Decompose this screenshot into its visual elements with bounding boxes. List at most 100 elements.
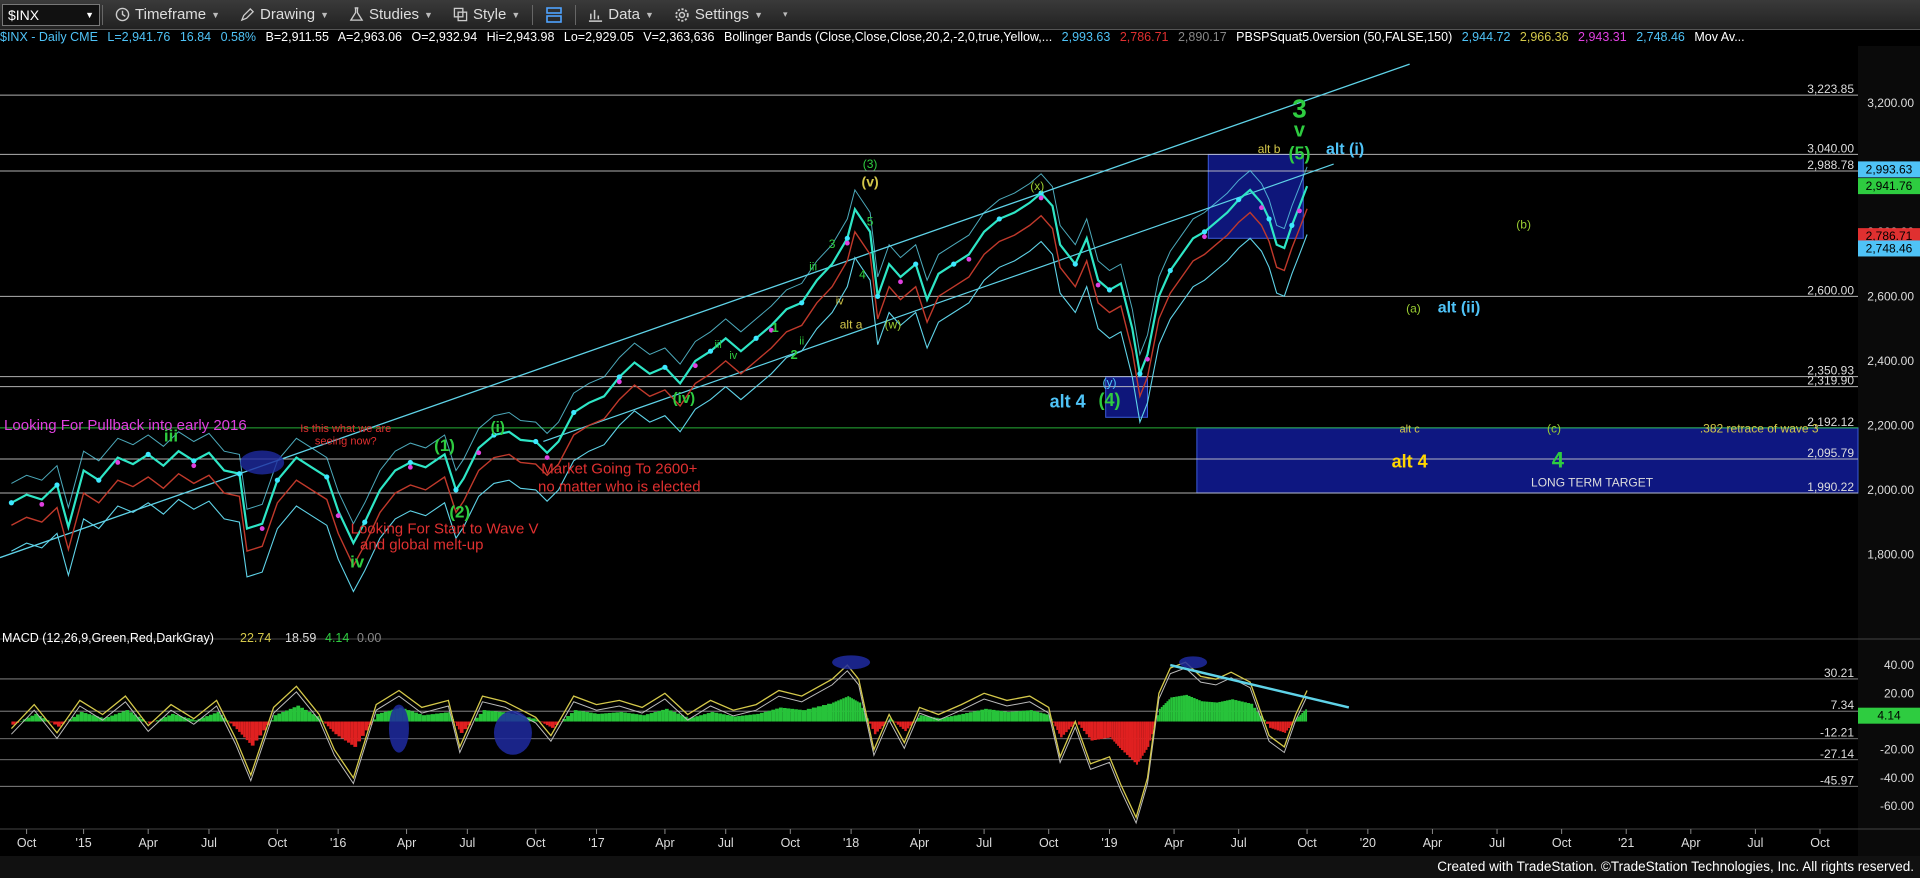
symbol-input[interactable]: $INX ▼ xyxy=(2,3,100,26)
price-chart[interactable]: 3,200.002,800.002,600.002,400.002,200.00… xyxy=(0,46,1920,856)
time-tick-label: '15 xyxy=(75,836,91,850)
studies-menu[interactable]: Studies ▼ xyxy=(339,0,443,29)
macd-histogram-bar xyxy=(794,709,798,722)
macd-histogram-bar xyxy=(611,712,616,722)
chevron-down-icon: ▼ xyxy=(511,9,521,20)
time-tick-label: '16 xyxy=(330,836,346,850)
macd-histogram-bar xyxy=(277,713,282,722)
macd-histogram-bar xyxy=(821,705,828,722)
macd-histogram-bar xyxy=(919,715,923,722)
macd-histogram-bar xyxy=(459,721,464,733)
macd-histogram-bar xyxy=(34,713,38,722)
macd-histogram-bar xyxy=(623,712,627,722)
settings-menu[interactable]: Settings ▼ xyxy=(664,0,773,29)
price-dot xyxy=(533,438,539,445)
price-dot xyxy=(662,364,668,370)
macd-histogram-bar xyxy=(816,706,822,722)
macd-histogram-bar xyxy=(113,714,118,722)
macd-histogram-bar xyxy=(1175,696,1178,722)
macd-histogram-bar xyxy=(630,713,635,722)
macd-histogram-bar xyxy=(486,710,491,722)
macd-histogram-bar xyxy=(1253,707,1257,722)
macd-histogram-bar xyxy=(347,721,351,743)
macd-histogram-bar xyxy=(577,710,582,722)
signal-dot xyxy=(616,379,622,385)
macd-histogram-bar xyxy=(1301,712,1304,722)
time-tick-label: Oct xyxy=(1810,836,1830,850)
macd-histogram-bar xyxy=(1151,721,1154,735)
price-tick-label: 2,000.00 xyxy=(1867,483,1914,497)
time-tick-label: Jul xyxy=(1747,836,1763,850)
wave-annotation: 2 xyxy=(790,347,797,362)
macd-histogram-bar xyxy=(1279,721,1282,732)
price-tick-label: 2,200.00 xyxy=(1867,418,1914,432)
toolbar-divider xyxy=(102,4,103,25)
macd-histogram-bar xyxy=(699,715,703,722)
toolbar-divider xyxy=(532,4,534,25)
wave-annotation: no matter who is elected xyxy=(538,478,701,495)
macd-histogram-bar xyxy=(922,715,926,722)
macd-histogram-bar xyxy=(229,721,233,724)
macd-histogram-bar xyxy=(1180,695,1183,722)
macd-histogram-bar xyxy=(668,710,673,722)
macd-histogram-bar xyxy=(490,710,494,722)
drawing-menu[interactable]: Drawing ▼ xyxy=(230,0,339,29)
macd-histogram-bar xyxy=(1305,709,1308,722)
chevron-down-icon: ▼ xyxy=(320,9,329,20)
macd-histogram-bar xyxy=(1182,695,1186,722)
macd-histogram-bar xyxy=(995,710,1000,722)
macd-histogram-bar xyxy=(216,712,220,722)
macd-histogram-bar xyxy=(899,721,902,727)
macd-histogram-bar xyxy=(600,713,605,722)
toolbar-overflow-button[interactable]: ▾ xyxy=(773,0,798,29)
macd-histogram-bar xyxy=(566,716,570,722)
macd-histogram-bar xyxy=(550,721,555,728)
wave-annotation: alt 4 xyxy=(1392,451,1428,471)
macd-histogram-bar xyxy=(1082,721,1086,732)
price-badge-label: 2,993.63 xyxy=(1866,162,1913,176)
macd-histogram-bar xyxy=(607,712,612,722)
macd-histogram-bar xyxy=(170,713,175,722)
pbs-value-3: 2,943.31 xyxy=(1578,30,1627,44)
wave-annotation: ii xyxy=(799,336,804,348)
time-tick-label: Oct xyxy=(17,836,37,850)
signal-dot xyxy=(692,363,698,369)
macd-histogram-bar xyxy=(1062,721,1066,735)
macd-histogram-bar xyxy=(878,721,882,729)
macd-histogram-bar xyxy=(334,721,338,735)
time-tick-label: Jul xyxy=(459,836,475,850)
macd-histogram-bar xyxy=(1288,721,1290,729)
macd-histogram-bar xyxy=(324,721,327,724)
timeframe-menu[interactable]: Timeframe ▼ xyxy=(105,0,230,29)
macd-highlight-ellipse xyxy=(832,655,871,670)
wave-annotation: Looking For Start to Wave V xyxy=(351,520,539,537)
time-tick-label: Oct xyxy=(781,836,801,850)
macd-histogram-bar xyxy=(1193,698,1196,722)
macd-histogram-bar xyxy=(638,714,643,722)
macd-histogram-bar xyxy=(1240,701,1244,722)
layout-button[interactable] xyxy=(535,0,573,29)
macd-histogram-bar xyxy=(379,712,384,722)
macd-tick-label: -40.00 xyxy=(1880,771,1914,785)
style-menu[interactable]: Style ▼ xyxy=(443,0,530,29)
macd-histogram-bar xyxy=(79,712,84,722)
macd-histogram-bar xyxy=(1286,721,1289,731)
macd-histogram-bar xyxy=(972,711,977,722)
style-label: Style xyxy=(472,6,507,23)
price-dot xyxy=(951,261,957,267)
macd-histogram-bar xyxy=(1136,721,1138,765)
wave-annotation: iii xyxy=(809,260,817,274)
chevron-down-icon: ▼ xyxy=(644,9,654,20)
signal-dot xyxy=(115,460,121,465)
macd-histogram-bar xyxy=(548,721,551,727)
wave-annotation: (5) xyxy=(1288,143,1310,163)
macd-histogram-bar xyxy=(56,721,61,727)
time-tick-label: Apr xyxy=(397,836,416,850)
layout-icon xyxy=(546,6,563,23)
wave-annotation: (c) xyxy=(1547,421,1561,435)
macd-histogram-bar xyxy=(733,716,738,722)
data-menu[interactable]: Data ▼ xyxy=(578,0,664,29)
macd-histogram-bar xyxy=(1145,721,1148,750)
ask-price: A=2,963.06 xyxy=(337,30,402,44)
macd-histogram-bar xyxy=(540,721,544,723)
